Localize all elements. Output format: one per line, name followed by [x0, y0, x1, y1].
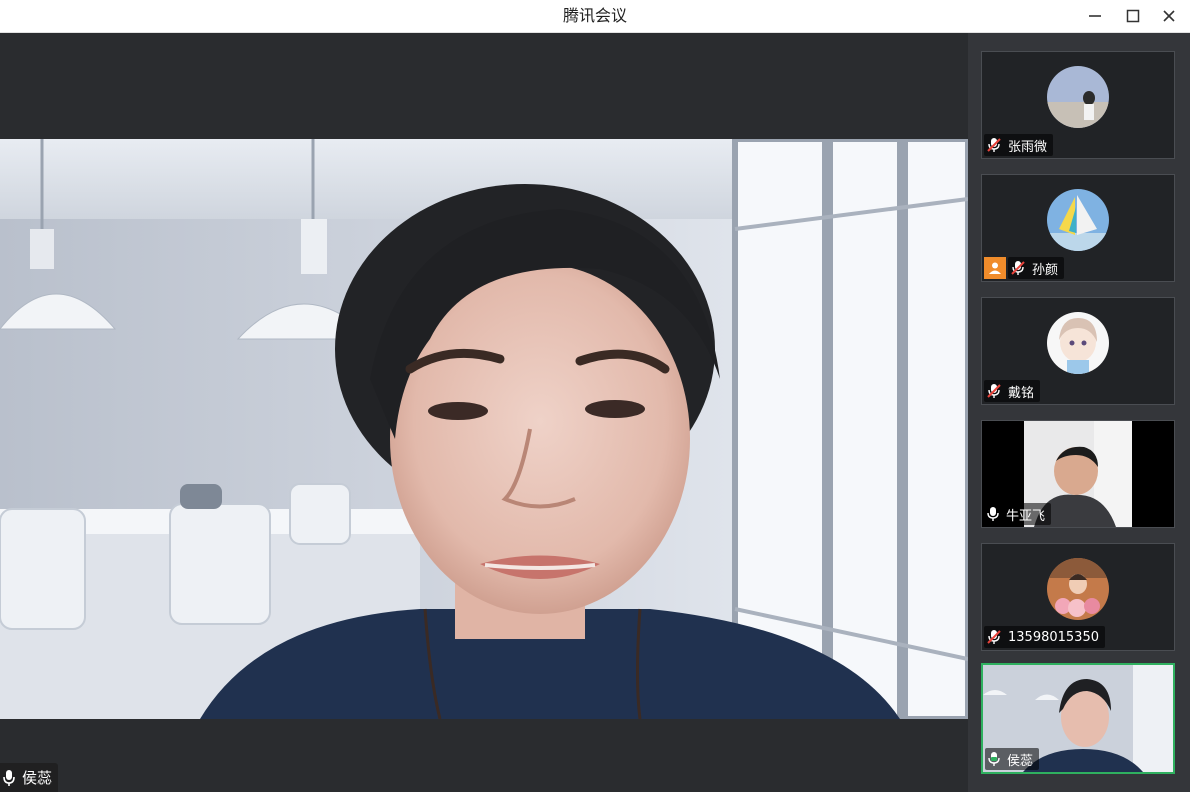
participant-name: 13598015350 [1008, 629, 1099, 645]
participant-label: 牛亚飞 [984, 503, 1052, 525]
speaker-video-frame [0, 139, 968, 719]
microphone-active-icon [988, 752, 1000, 766]
participant-tile[interactable]: 戴铭 [981, 297, 1175, 405]
participant-name: 牛亚飞 [1006, 508, 1046, 524]
host-badge [984, 257, 1006, 279]
participant-tile[interactable]: 孙颜 [981, 174, 1175, 282]
participant-name: 侯蕊 [1007, 753, 1034, 769]
participant-tile[interactable]: 13598015350 [981, 543, 1175, 651]
minimize-icon [1089, 15, 1101, 17]
participant-avatar [1047, 189, 1109, 251]
microphone-icon [3, 769, 15, 786]
participant-label: 张雨微 [984, 134, 1054, 156]
participant-avatar [1047, 66, 1109, 128]
participants-sidebar: 张雨微 孙颜 戴铭 牛亚飞 13598015350 侯蕊 [968, 33, 1190, 792]
participant-tile[interactable]: 牛亚飞 [981, 420, 1175, 528]
participant-name: 张雨微 [1008, 139, 1048, 155]
mic-muted-icon [987, 138, 1001, 152]
participant-label: 侯蕊 [985, 748, 1040, 770]
minimize-button[interactable] [1080, 2, 1110, 30]
main-speaker-label: 侯蕊 [0, 763, 59, 792]
mic-muted-icon [987, 630, 1001, 644]
main-video[interactable] [0, 139, 968, 719]
title-bar: 腾讯会议 [0, 0, 1190, 33]
maximize-button[interactable] [1118, 2, 1148, 30]
participant-label: 孙颜 [1008, 257, 1065, 279]
microphone-icon [987, 507, 999, 521]
close-icon [1163, 10, 1175, 22]
main-speaker-name: 侯蕊 [22, 769, 53, 787]
participant-avatar [1047, 312, 1109, 374]
participant-tile[interactable]: 张雨微 [981, 51, 1175, 159]
participant-avatar [1047, 558, 1109, 620]
window-title: 腾讯会议 [562, 6, 627, 25]
participant-name: 戴铭 [1008, 385, 1035, 401]
participant-tile-active[interactable]: 侯蕊 [981, 663, 1175, 774]
maximize-icon [1126, 9, 1140, 23]
mic-muted-icon [987, 384, 1001, 398]
mic-muted-icon [1011, 261, 1025, 275]
participant-name: 孙颜 [1032, 262, 1059, 278]
participant-label: 13598015350 [984, 626, 1105, 648]
user-icon [989, 262, 1001, 274]
close-button[interactable] [1154, 2, 1184, 30]
participant-label: 戴铭 [984, 380, 1041, 402]
main-stage: 侯蕊 [0, 33, 968, 792]
